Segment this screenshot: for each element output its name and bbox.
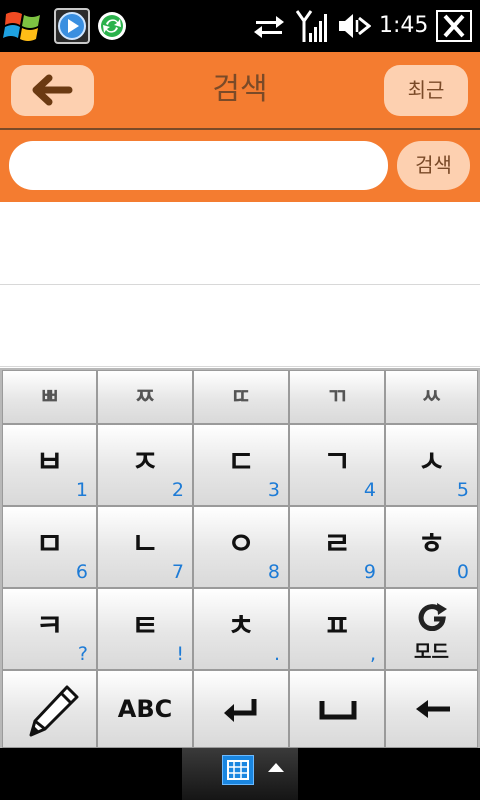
result-divider: [0, 284, 480, 285]
volume-muted-icon[interactable]: [337, 12, 371, 40]
search-bar: 검색: [0, 130, 480, 202]
back-button[interactable]: [11, 65, 94, 116]
key-ssangsiot[interactable]: ㅆ: [385, 370, 478, 424]
key-tieut[interactable]: ㅌ!: [97, 588, 193, 670]
result-divider: [0, 366, 480, 367]
key-bieup[interactable]: ㅂ1: [2, 424, 97, 506]
key-nieun[interactable]: ㄴ7: [97, 506, 193, 588]
status-bar: 1:45: [0, 0, 480, 52]
backspace-icon: [416, 700, 450, 718]
windows-start-icon[interactable]: [2, 6, 46, 46]
korean-keyboard: ㅃ ㅉ ㄸ ㄲ ㅆ ㅂ1 ㅈ2 ㄷ3 ㄱ4 ㅅ5 ㅁ6 ㄴ7 ㅇ8 ㄹ9 ㅎ0 …: [0, 368, 480, 748]
input-menu-arrow-icon[interactable]: [268, 763, 284, 772]
back-arrow-icon: [32, 74, 73, 106]
space-key[interactable]: [289, 670, 385, 748]
key-digeut[interactable]: ㄷ3: [193, 424, 289, 506]
data-transfer-icon[interactable]: [252, 12, 286, 40]
key-hieut[interactable]: ㅎ0: [385, 506, 478, 588]
key-jieut[interactable]: ㅈ2: [97, 424, 193, 506]
key-rieul[interactable]: ㄹ9: [289, 506, 385, 588]
keyboard-toggle-icon[interactable]: [222, 755, 254, 785]
enter-icon: [224, 699, 257, 722]
mode-switch-icon: [418, 603, 447, 631]
key-mieum[interactable]: ㅁ6: [2, 506, 97, 588]
key-ssanggiyeok[interactable]: ㄲ: [289, 370, 385, 424]
media-player-app-icon[interactable]: [54, 8, 90, 44]
clock-time[interactable]: 1:45: [379, 11, 428, 41]
header-bar: 검색 최근: [0, 52, 480, 128]
key-ssangjieut[interactable]: ㅉ: [97, 370, 193, 424]
key-pieup[interactable]: ㅍ,: [289, 588, 385, 670]
space-icon: [319, 701, 357, 720]
close-button[interactable]: [436, 10, 472, 42]
search-input[interactable]: [9, 141, 388, 190]
search-button[interactable]: 검색: [397, 141, 470, 190]
enter-key[interactable]: [193, 670, 289, 748]
key-kieuk[interactable]: ㅋ?: [2, 588, 97, 670]
key-giyeok[interactable]: ㄱ4: [289, 424, 385, 506]
page-title: 검색: [212, 72, 268, 107]
sync-app-icon[interactable]: [96, 10, 128, 42]
mode-label: 모드: [414, 641, 449, 663]
mode-key[interactable]: 모드: [385, 588, 478, 670]
signal-strength-icon[interactable]: [296, 9, 328, 45]
pencil-icon: [29, 685, 79, 737]
close-icon: [443, 14, 465, 38]
key-chieut[interactable]: ㅊ.: [193, 588, 289, 670]
key-ssangdigeut[interactable]: ㄸ: [193, 370, 289, 424]
abc-key[interactable]: ABC: [97, 670, 193, 748]
backspace-key[interactable]: [385, 670, 478, 748]
key-ssangbieup[interactable]: ㅃ: [2, 370, 97, 424]
recent-button[interactable]: 최근: [384, 65, 468, 116]
handwriting-key[interactable]: [2, 670, 97, 748]
key-ieung[interactable]: ㅇ8: [193, 506, 289, 588]
key-siot[interactable]: ㅅ5: [385, 424, 478, 506]
